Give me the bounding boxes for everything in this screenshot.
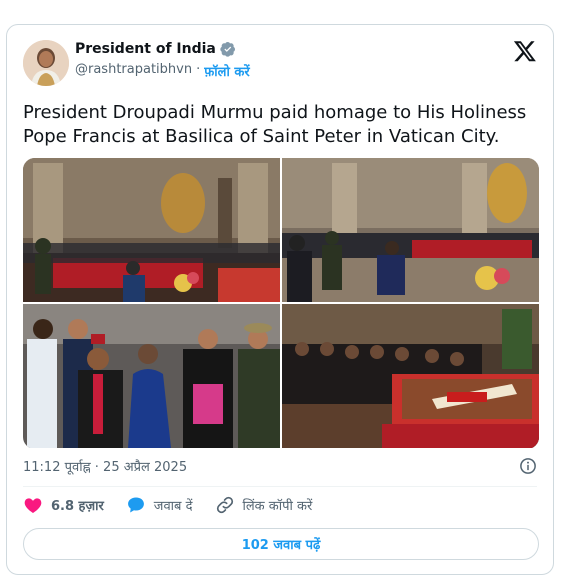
x-logo-icon[interactable] [513,39,537,63]
author-name[interactable]: President of India [75,41,216,57]
author-handle[interactable]: @rashtrapatibhvn [75,62,192,80]
tweet-card: President of India @rashtrapatibhvn · फ़… [6,24,554,575]
verified-badge-icon [220,42,235,57]
heart-icon [24,498,42,513]
avatar[interactable] [23,40,69,86]
follow-button[interactable]: फ़ॉलो करें [204,62,249,80]
photo-4[interactable] [282,304,539,448]
read-replies-button[interactable]: 102 जवाब पढ़ें [23,528,539,560]
like-button[interactable]: 6.8 हज़ार [23,495,104,515]
photo-2[interactable] [282,158,539,302]
info-icon[interactable] [519,457,537,475]
tweet-actions: 6.8 हज़ार जवाब दें लिंक कॉपी करें [23,495,334,515]
likes-count: 6.8 हज़ार [51,499,104,514]
photo-3[interactable] [23,304,280,448]
media-grid [23,158,539,449]
reply-label: जवाब दें [153,499,193,514]
copy-link-button[interactable]: लिंक कॉपी करें [215,495,313,515]
divider [23,486,537,487]
photo-1[interactable] [23,158,280,302]
reply-bubble-icon [127,497,144,513]
tweet-text: President Droupadi Murmu paid homage to … [23,102,527,147]
reply-button[interactable]: जवाब दें [126,495,193,515]
link-icon [216,496,233,514]
tweet-timestamp[interactable]: 11:12 पूर्वाह्न · 25 अप्रैल 2025 [23,457,187,475]
copy-link-label: लिंक कॉपी करें [242,499,313,514]
author-info: President of India @rashtrapatibhvn · फ़… [75,41,250,80]
handle-separator: · [196,62,201,77]
